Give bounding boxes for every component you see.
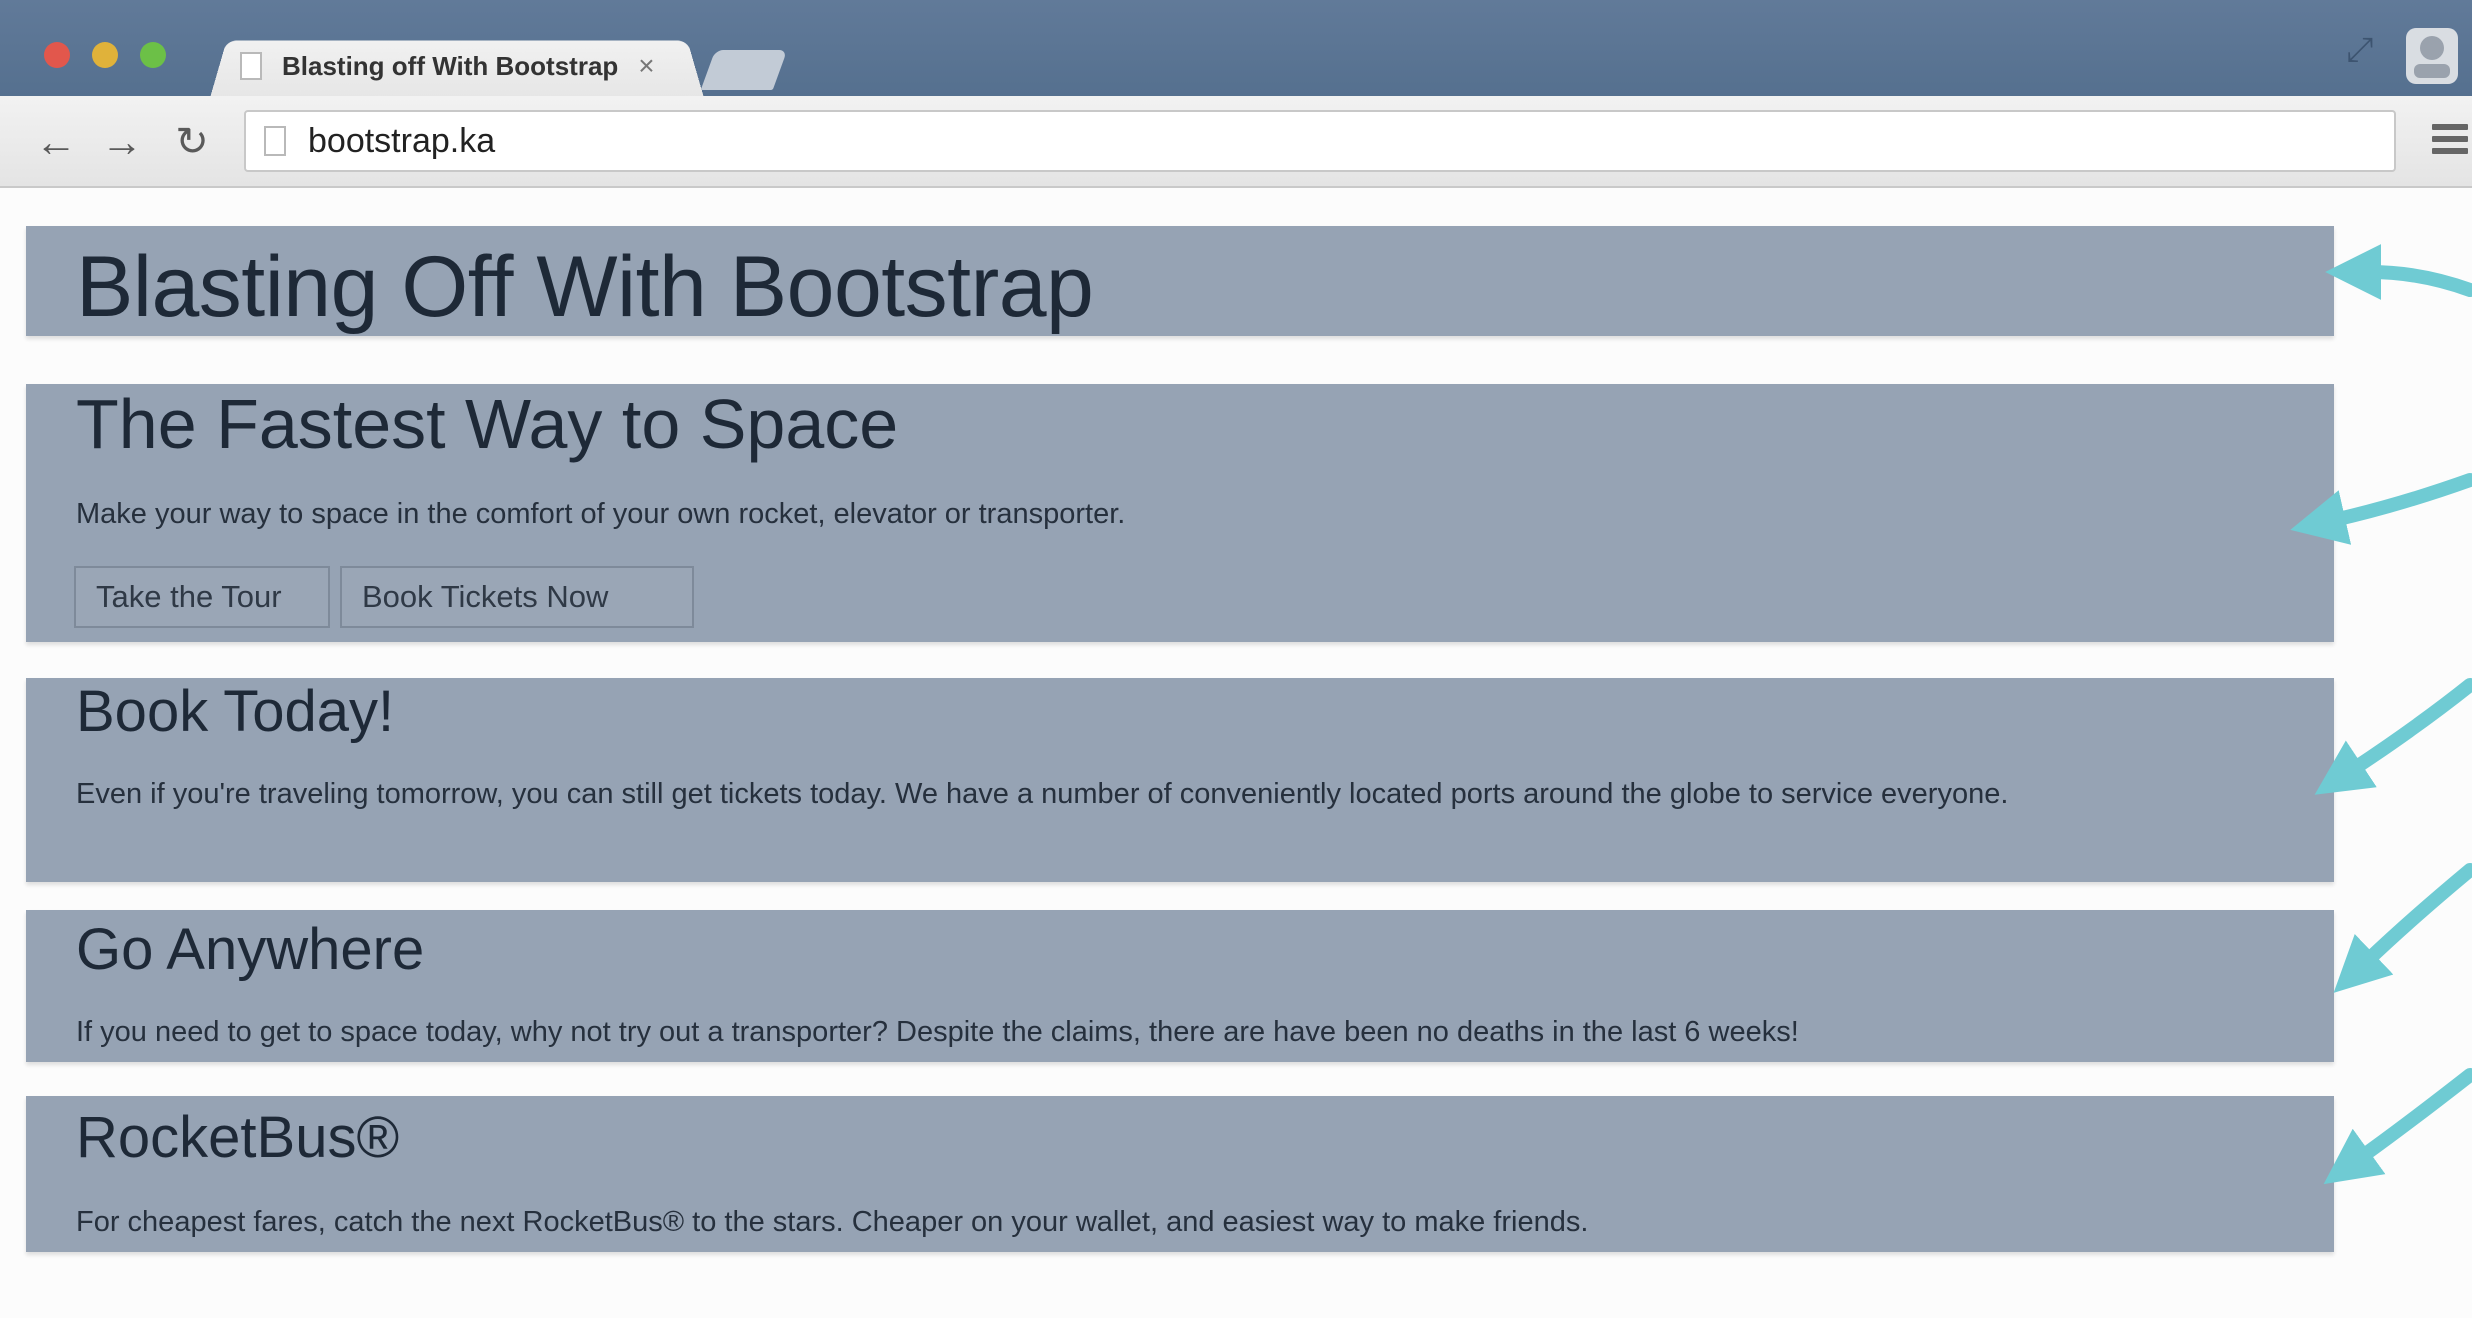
page-icon bbox=[240, 52, 262, 80]
forward-arrow-icon[interactable]: → bbox=[96, 116, 148, 168]
page-icon bbox=[264, 126, 286, 156]
section-text: For cheapest fares, catch the next Rocke… bbox=[76, 1206, 1589, 1238]
section-heading: Go Anywhere bbox=[76, 917, 425, 982]
new-tab-button[interactable] bbox=[700, 50, 788, 90]
hero-box: The Fastest Way to Space Make your way t… bbox=[26, 384, 2334, 642]
hero-text: Make your way to space in the comfort of… bbox=[76, 498, 1126, 530]
address-bar[interactable]: bootstrap.ka bbox=[244, 110, 2396, 172]
section-text: If you need to get to space today, why n… bbox=[76, 1016, 1799, 1048]
take-the-tour-button[interactable]: Take the Tour bbox=[74, 566, 330, 628]
section-book-today: Book Today! Even if you're traveling tom… bbox=[26, 678, 2334, 882]
expand-icon[interactable]: ⤢ bbox=[2340, 30, 2380, 70]
profile-icon[interactable] bbox=[2400, 18, 2464, 88]
site-title: Blasting Off With Bootstrap bbox=[76, 239, 1094, 335]
tab-bar: Blasting off With Bootstrap × ⤢ bbox=[0, 0, 2472, 98]
back-arrow-icon[interactable]: ← bbox=[30, 116, 82, 168]
section-go-anywhere: Go Anywhere If you need to get to space … bbox=[26, 910, 2334, 1062]
tab-title: Blasting off With Bootstrap bbox=[282, 50, 619, 81]
minimize-window-button[interactable] bbox=[92, 42, 118, 68]
browser-window: Blasting off With Bootstrap × ⤢ ← → ↻ bo… bbox=[0, 0, 2472, 1318]
active-tab-content[interactable]: Blasting off With Bootstrap × bbox=[230, 46, 690, 86]
close-window-button[interactable] bbox=[44, 42, 70, 68]
section-heading: Book Today! bbox=[76, 679, 395, 744]
section-text: Even if you're traveling tomorrow, you c… bbox=[76, 778, 2009, 810]
zoom-window-button[interactable] bbox=[140, 42, 166, 68]
reload-icon[interactable]: ↻ bbox=[166, 116, 218, 168]
book-tickets-button[interactable]: Book Tickets Now bbox=[340, 566, 694, 628]
section-rocketbus: RocketBus® For cheapest fares, catch the… bbox=[26, 1096, 2334, 1252]
url-text[interactable]: bootstrap.ka bbox=[308, 122, 495, 161]
tab-close-icon[interactable]: × bbox=[638, 50, 654, 82]
section-heading: RocketBus® bbox=[76, 1105, 400, 1170]
hamburger-menu-icon[interactable] bbox=[2432, 118, 2468, 164]
web-page: Blasting Off With Bootstrap The Fastest … bbox=[0, 188, 2472, 1318]
site-header-box: Blasting Off With Bootstrap bbox=[26, 226, 2334, 336]
hero-heading: The Fastest Way to Space bbox=[76, 385, 899, 463]
